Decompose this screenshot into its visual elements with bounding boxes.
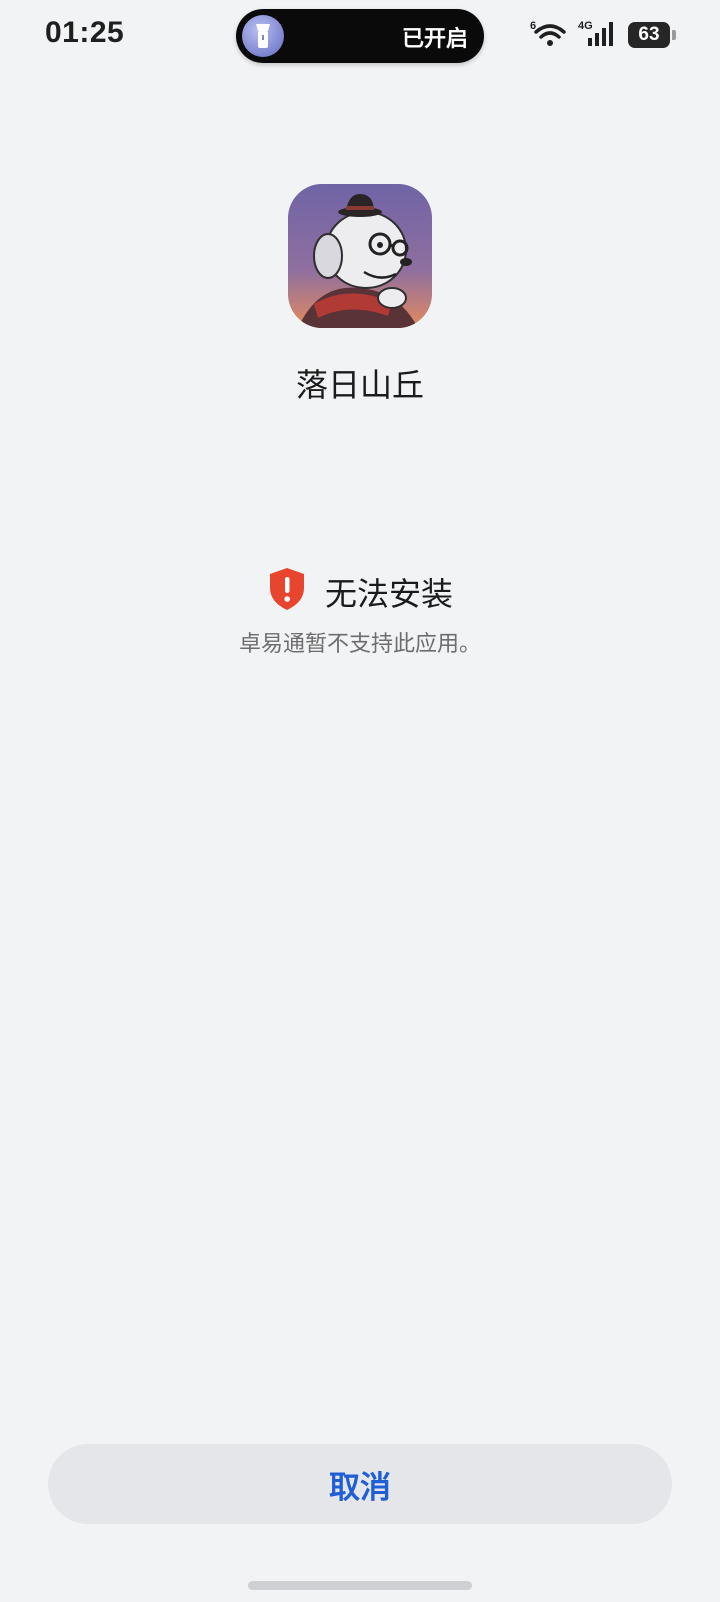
cancel-button[interactable]: 取消 [48,1444,672,1524]
error-message: 卓易通暂不支持此应用。 [238,631,481,656]
status-time: 01:25 [45,16,125,49]
home-indicator[interactable] [248,1581,472,1590]
status-icons: 6 4G 63 [530,18,676,53]
wifi-generation-label: 6 [530,20,536,32]
app-icon [288,184,432,328]
install-screen: 01:25 已开启 6 4G 63 落日山丘 无法安装 卓易通暂不支持此应用。 … [0,0,720,1602]
shield-alert-icon [267,566,307,617]
app-name: 落日山丘 [295,367,424,403]
battery-level: 63 [638,24,660,45]
network-type-label: 4G [578,20,593,32]
cellular-signal-icon: 4G [578,18,618,53]
dynamic-island[interactable]: 已开启 [236,9,484,63]
flashlight-icon [242,15,284,57]
flashlight-status: 已开启 [401,26,468,51]
battery-indicator: 63 [628,22,676,48]
error-title: 无法安装 [324,575,453,612]
install-error: 无法安装 [0,566,720,617]
wifi-icon: 6 [530,18,568,53]
